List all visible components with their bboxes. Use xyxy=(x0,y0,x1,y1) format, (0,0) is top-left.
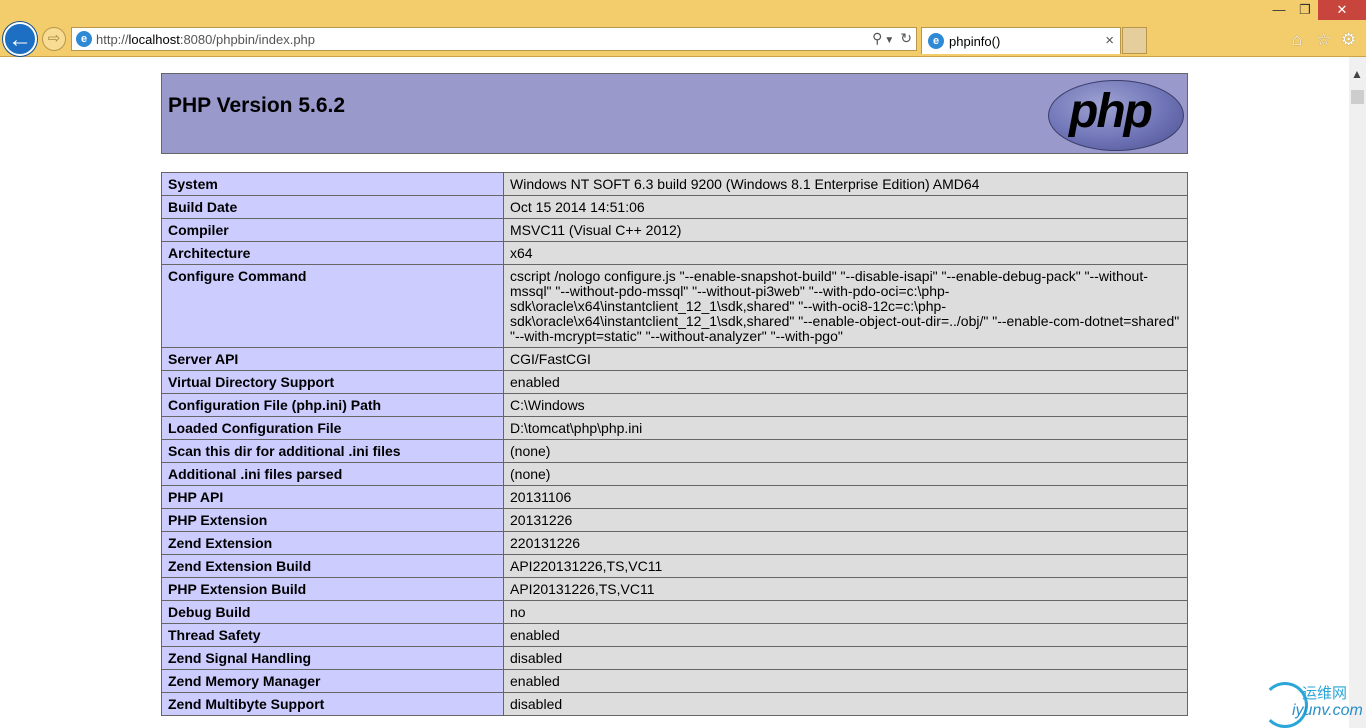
table-row: Zend Signal Handling disabled xyxy=(161,646,1188,670)
maximize-button[interactable]: ❐ xyxy=(1292,0,1318,20)
row-value: enabled xyxy=(503,370,1188,394)
table-row: System Windows NT SOFT 6.3 build 9200 (Wi… xyxy=(161,172,1188,196)
row-key: Zend Multibyte Support xyxy=(161,692,504,716)
row-key: Scan this dir for additional .ini files xyxy=(161,439,504,463)
row-value: Windows NT SOFT 6.3 build 9200 (Windows … xyxy=(503,172,1188,196)
row-key: Zend Signal Handling xyxy=(161,646,504,670)
row-key: Architecture xyxy=(161,241,504,265)
tab-title: phpinfo() xyxy=(949,34,1001,49)
table-row: Zend Extension Build API220131226,TS,VC11 xyxy=(161,554,1188,578)
table-row: Loaded Configuration File D:\tomcat\php\p… xyxy=(161,416,1188,440)
home-icon[interactable]: ⌂ xyxy=(1292,30,1302,50)
address-url[interactable]: http://localhost:8080/phpbin/index.php xyxy=(96,32,315,47)
row-key: System xyxy=(161,172,504,196)
table-row: Debug Build no xyxy=(161,600,1188,624)
row-value: enabled xyxy=(503,623,1188,647)
close-tab-icon[interactable]: × xyxy=(1105,32,1114,49)
ie-tab-icon: e xyxy=(928,33,944,49)
page-title: PHP Version 5.6.2 xyxy=(168,94,346,117)
row-value: enabled xyxy=(503,669,1188,693)
forward-button[interactable]: ⇨ xyxy=(42,27,66,51)
table-row: Virtual Directory Support enabled xyxy=(161,370,1188,394)
dropdown-icon[interactable]: ▼ xyxy=(884,35,894,46)
favorites-icon[interactable]: ☆ xyxy=(1316,30,1331,50)
row-key: Configure Command xyxy=(161,264,504,348)
row-key: PHP API xyxy=(161,485,504,509)
table-row: Thread Safety enabled xyxy=(161,623,1188,647)
table-row: PHP Extension 20131226 xyxy=(161,508,1188,532)
row-value: (none) xyxy=(503,462,1188,486)
ie-page-icon: e xyxy=(76,31,92,47)
row-key: Loaded Configuration File xyxy=(161,416,504,440)
table-row: PHP API 20131106 xyxy=(161,485,1188,509)
table-row: Build Date Oct 15 2014 14:51:06 xyxy=(161,195,1188,219)
row-key: Virtual Directory Support xyxy=(161,370,504,394)
row-value: 20131226 xyxy=(503,508,1188,532)
back-button[interactable]: ← xyxy=(3,22,37,56)
row-value: API220131226,TS,VC11 xyxy=(503,554,1188,578)
row-key: Zend Extension Build xyxy=(161,554,504,578)
row-value: disabled xyxy=(503,646,1188,670)
minimize-button[interactable]: — xyxy=(1266,0,1292,20)
close-window-button[interactable]: ✕ xyxy=(1318,0,1366,20)
row-value: C:\Windows xyxy=(503,393,1188,417)
row-key: PHP Extension xyxy=(161,508,504,532)
table-row: Configuration File (php.ini) Path C:\Wind… xyxy=(161,393,1188,417)
row-value: Oct 15 2014 14:51:06 xyxy=(503,195,1188,219)
new-tab-button[interactable] xyxy=(1122,27,1147,54)
row-value: D:\tomcat\php\php.ini xyxy=(503,416,1188,440)
tab-phpinfo[interactable]: e phpinfo() × xyxy=(921,27,1121,54)
scroll-up-icon[interactable]: ▲ xyxy=(1351,67,1363,81)
refresh-icon[interactable]: ↻ xyxy=(900,30,912,46)
row-key: Compiler xyxy=(161,218,504,242)
row-value: cscript /nologo configure.js "--enable-s… xyxy=(503,264,1188,348)
table-row: Scan this dir for additional .ini files(… xyxy=(161,439,1188,463)
row-value: API20131226,TS,VC11 xyxy=(503,577,1188,601)
row-value: 220131226 xyxy=(503,531,1188,555)
row-key: Thread Safety xyxy=(161,623,504,647)
table-row: Zend Extension 220131226 xyxy=(161,531,1188,555)
address-bar[interactable]: e http://localhost:8080/phpbin/index.php… xyxy=(71,27,917,51)
php-version-header: PHP Version 5.6.2 php xyxy=(161,73,1188,154)
row-key: Server API xyxy=(161,347,504,371)
row-key: Build Date xyxy=(161,195,504,219)
row-value: disabled xyxy=(503,692,1188,716)
vertical-scrollbar[interactable]: ▲ xyxy=(1349,57,1366,728)
table-row: Compiler MSVC11 (Visual C++ 2012) xyxy=(161,218,1188,242)
row-value: CGI/FastCGI xyxy=(503,347,1188,371)
row-value: no xyxy=(503,600,1188,624)
search-icon[interactable]: ⚲ xyxy=(872,30,882,46)
table-row: Zend Multibyte Support disabled xyxy=(161,692,1188,716)
table-row: Architecture x64 xyxy=(161,241,1188,265)
row-key: Zend Extension xyxy=(161,531,504,555)
row-value: x64 xyxy=(503,241,1188,265)
row-value: 20131106 xyxy=(503,485,1188,509)
row-key: Additional .ini files parsed xyxy=(161,462,504,486)
scroll-thumb[interactable] xyxy=(1351,90,1364,104)
table-row: PHP Extension Build API20131226,TS,VC11 xyxy=(161,577,1188,601)
table-row: Server API CGI/FastCGI xyxy=(161,347,1188,371)
row-key: Debug Build xyxy=(161,600,504,624)
php-logo-icon[interactable]: php xyxy=(1048,80,1184,151)
row-key: Configuration File (php.ini) Path xyxy=(161,393,504,417)
table-row: Additional .ini files parsed (none) xyxy=(161,462,1188,486)
row-key: Zend Memory Manager xyxy=(161,669,504,693)
row-key: PHP Extension Build xyxy=(161,577,504,601)
table-row: Zend Memory Manager enabled xyxy=(161,669,1188,693)
browser-chrome: ← ⇨ e http://localhost:8080/phpbin/index… xyxy=(0,0,1366,57)
row-value: (none) xyxy=(503,439,1188,463)
php-info-table: System Windows NT SOFT 6.3 build 9200 (Wi… xyxy=(161,172,1188,716)
watermark-logo: 运维网 iyunv.com xyxy=(1262,680,1363,728)
row-value: MSVC11 (Visual C++ 2012) xyxy=(503,218,1188,242)
table-row: Configure Command cscript /nologo configu… xyxy=(161,264,1188,348)
gear-icon[interactable]: ⚙ xyxy=(1341,30,1356,50)
